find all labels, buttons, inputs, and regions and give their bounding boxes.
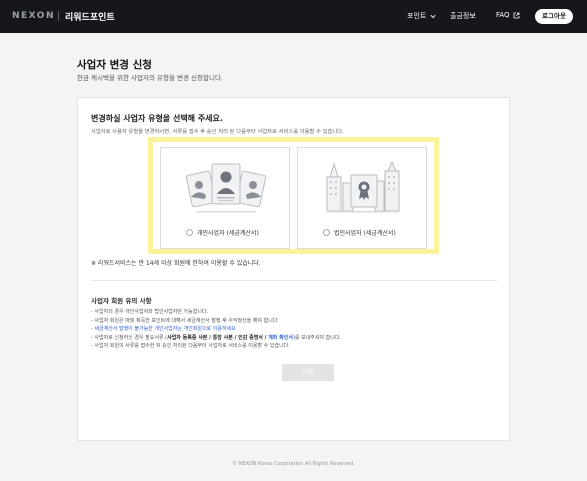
logo-divider [58,11,59,21]
caution-doc-list: 사업자 등록증 사본 / 통장 사본 / 인감 증명서 / [167,334,269,341]
age-notice: ※ 리워드서비스는 만 14세 이상 회원에 한하여 이용할 수 있습니다. [91,260,261,267]
form-subtext: 사업자로 사용자 유형을 변경하시면, 서류를 접수 후 승인 처리 된 다음부… [91,129,344,135]
caution-title: 사업자 회원 유의 사항 [91,297,152,305]
footer-copyright: © NEXON Korea Corporation All Rights Res… [232,461,355,467]
logout-button[interactable]: 로그아웃 [535,9,573,24]
caution-item-highlighted: - 세금계산서 발행이 불가능한 개인사업자는 개인회원으로 이용하세요 [91,326,236,333]
nav-withdraw-info[interactable]: 출금정보 [450,11,476,21]
page-description: 현금 캐시백을 위한 사업자의 유형을 변경 신청합니다. [77,74,224,82]
service-name[interactable]: 리워드포인트 [65,10,115,23]
chevron-down-icon [430,14,436,18]
nav-faq-label: FAQ [496,11,510,19]
business-type-form: 변경하실 사업자 유형을 선택해 주세요. 사업자로 사용자 유형을 변경하시면… [77,97,510,441]
caution-item: - 사업자 회원의 서류를 접수한 뒤 승인 처리된 다음부터 사업자로 서비스… [91,343,290,350]
caution-doc-suffix: )를 보내주셔야 합니다. [292,334,342,341]
radio-personal[interactable] [186,229,193,236]
caution-item: - 사업자의 경우 개인사업자와 법인사업자만 가능합니다. [91,309,209,315]
corporate-building-icon [326,161,400,213]
top-navigation-bar: NEXON 리워드포인트 포인트 출금정보 FAQ 로그아웃 [0,0,587,33]
option-personal-business[interactable]: 개인사업자 (세금계산서) [160,147,290,249]
form-heading: 변경하실 사업자 유형을 선택해 주세요. [91,114,223,123]
radio-corporate[interactable] [323,229,330,236]
nexon-logo[interactable]: NEXON [12,11,55,21]
option-personal-label: 개인사업자 (세금계산서) [197,230,259,237]
option-corporate-business[interactable]: 법인사업자 (세금계산서) [297,147,427,249]
external-link-icon [513,12,520,18]
page-title: 사업자 변경 신청 [77,59,152,71]
caution-item-documents: - 사업자로 신청하신 경우 필요서류 (사업자 등록증 사본 / 통장 사본 … [91,334,341,343]
nav-faq-link[interactable]: FAQ [496,11,520,19]
next-button[interactable]: 다음 [282,364,334,381]
account-confirm-link[interactable]: 계좌 확인서 [268,335,293,341]
id-cards-icon [186,163,266,213]
section-divider [91,280,497,281]
caution-doc-prefix: - 사업자로 신청하신 경우 필요서류 ( [91,334,168,341]
caution-item: - 사업자 회원은 매월 획득한 포인트에 대해서 세금계산서 발행 후 수익정… [91,317,278,324]
option-corporate-label: 법인사업자 (세금계산서) [334,230,396,237]
caution-list: - 사업자의 경우 개인사업자와 법인사업자만 가능합니다. - 사업자 회원은… [91,308,341,351]
nav-points-label: 포인트 [407,12,427,20]
nav-points-menu[interactable]: 포인트 [407,11,436,21]
